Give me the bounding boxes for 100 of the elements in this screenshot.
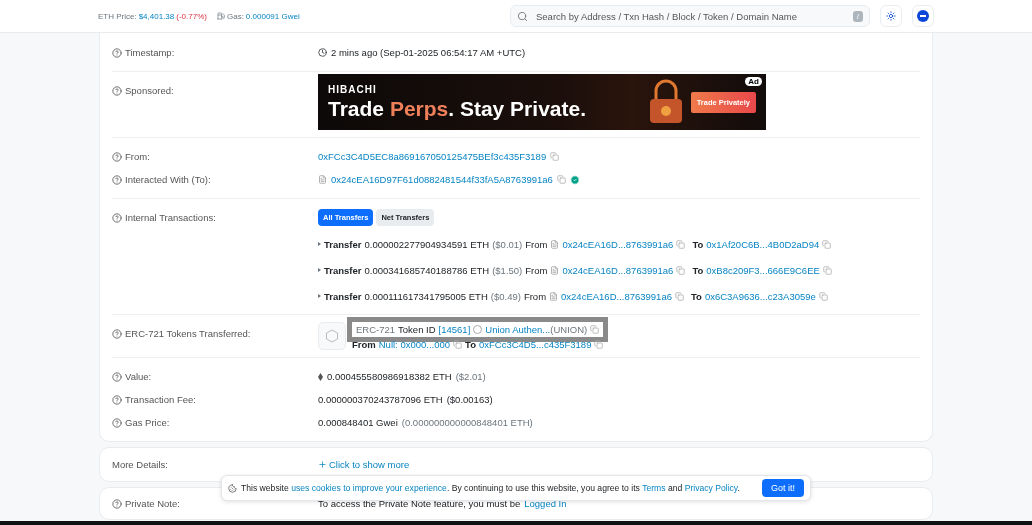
copy-icon[interactable] [818,291,828,301]
transfer-usd: ($1.50) [492,264,523,276]
from-label: From [523,290,547,302]
help-icon [112,151,122,162]
transfer-label: Transfer [324,290,362,302]
cookie-icon [228,483,237,493]
to-address-link[interactable]: 0x1Af20C6B...4B0D2aD94 [706,238,820,250]
to-label: To [465,339,476,350]
eth-price-label: ETH Price: [98,11,137,21]
plus-icon [318,460,327,469]
network-button[interactable] [912,5,934,27]
copy-icon[interactable] [674,291,684,301]
nft-placeholder-icon [318,322,346,350]
to-address-link[interactable]: 0x6C3A9636...c23A3059e [704,290,816,302]
value-amount: 0.000455580986918382 ETH [327,371,452,382]
help-icon [112,394,122,405]
copy-icon[interactable] [676,265,686,275]
help-icon [112,371,122,382]
transfer-label: Transfer [324,238,362,250]
eth-price-change: (-0.77%) [176,11,207,21]
field-label: From: [125,151,150,162]
field-label: Sponsored: [125,85,174,96]
help-icon [112,174,122,185]
from-address-link[interactable]: 0x24cEA16D...8763991a6 [562,238,674,250]
transfer-amount: 0.000002277904934591 ETH [364,238,490,250]
help-icon [112,85,122,96]
cookie-message: This website uses cookies to improve your experience. By continuing to use this website, you agree to its Terms and Privacy Policy. [241,483,740,493]
to-label: To [692,264,704,276]
theme-button[interactable] [880,5,902,27]
transfer-usd: ($0.49) [490,290,521,302]
expand-icon[interactable] [318,294,321,298]
file-icon [550,265,560,275]
from-address-link[interactable]: 0x24cEA16D...8763991a6 [561,290,672,302]
expand-icon[interactable] [318,268,321,272]
field-label: Internal Transactions: [125,212,216,223]
field-label: Transaction Fee: [125,394,196,405]
shortcut-key: / [852,10,863,22]
field-label: Timestamp: [125,47,175,58]
login-link[interactable]: Logged In [524,498,567,509]
from-label: From [352,339,376,350]
field-label: Value: [125,371,152,382]
ethereum-icon [318,372,323,381]
privacy-policy-link[interactable]: Privacy Policy [684,483,738,493]
clock-icon [318,48,327,57]
file-icon [549,291,559,301]
accept-cookies-button[interactable]: Got it! [762,479,804,497]
token-id-link[interactable]: [14561] [438,324,471,335]
search-input[interactable]: Search by Address / Txn Hash / Block / Token / Domain Name [534,9,847,23]
help-icon [112,328,122,339]
gas-price: 0.000091 Gwei [245,11,300,21]
expand-icon[interactable] [318,242,321,246]
search-icon [517,10,528,22]
to-address-link[interactable]: 0xB8c209F3...666E9C6EE [706,264,820,276]
eth-price: $4,401.38 [138,11,175,21]
ad-headline: Trade Perps. Stay Private. [328,96,586,121]
field-label: ERC-721 Tokens Transferred: [125,328,251,339]
from-address-link[interactable]: 0x24cEA16D...8763991a6 [562,264,674,276]
copy-icon[interactable] [453,340,463,349]
to-address-link[interactable]: 0x24cEA16D97F61d0882481544f33fA5A8763991a6 [331,174,553,185]
copy-icon[interactable] [822,239,832,249]
to-label: To [690,290,702,302]
token-id-label: Token ID [398,324,436,335]
copy-icon[interactable] [590,325,600,334]
token-name-link[interactable]: Union Authen... [485,324,551,335]
copy-icon[interactable] [676,239,686,249]
ad-brand: HIBACHI [328,83,378,95]
gas-label: Gas: [226,11,244,21]
from-label: From [525,238,548,250]
help-icon [112,417,122,428]
transfer-usd: ($0.01) [492,238,523,250]
field-label: Gas Price: [125,417,170,428]
terms-link[interactable]: Terms [642,483,666,493]
ad-badge: Ad [745,77,762,86]
transfer-label: Transfer [324,264,362,276]
show-more-link[interactable]: Click to show more [318,459,410,470]
to-label: To [692,238,704,250]
field-label: Interacted With (To): [125,174,211,185]
fee-amount: 0.000000370243787096 ETH [318,394,443,405]
to-address-link[interactable]: 0xFCc3C4D5...c435F3189 [478,339,592,350]
help-icon [112,212,122,223]
copy-icon[interactable] [556,175,566,184]
help-icon [112,498,122,509]
file-icon [550,239,560,249]
gas-price-eth: (0.000000000000848401 ETH) [401,417,533,428]
from-address-link[interactable]: Null: 0x000...000 [378,339,451,350]
file-icon [318,175,327,184]
token-standard: ERC-721 [356,324,396,335]
copy-icon[interactable] [594,340,604,349]
value-usd: ($2.01) [455,371,486,382]
fee-usd: ($0.00163) [446,394,493,405]
token-icon [473,325,483,334]
from-address-link[interactable]: 0xFCc3C4D5EC8a869167050125475BEf3c435F3189 [318,151,547,162]
help-icon [112,47,122,58]
field-label: More Details: [112,459,168,470]
private-note-text: To access the Private Note feature, you must be [318,498,521,509]
copy-icon[interactable] [550,152,560,161]
copy-icon[interactable] [822,265,832,275]
cookies-link[interactable]: uses cookies to improve your experience [291,483,447,493]
from-label: From [525,264,548,276]
sun-icon [886,11,896,21]
